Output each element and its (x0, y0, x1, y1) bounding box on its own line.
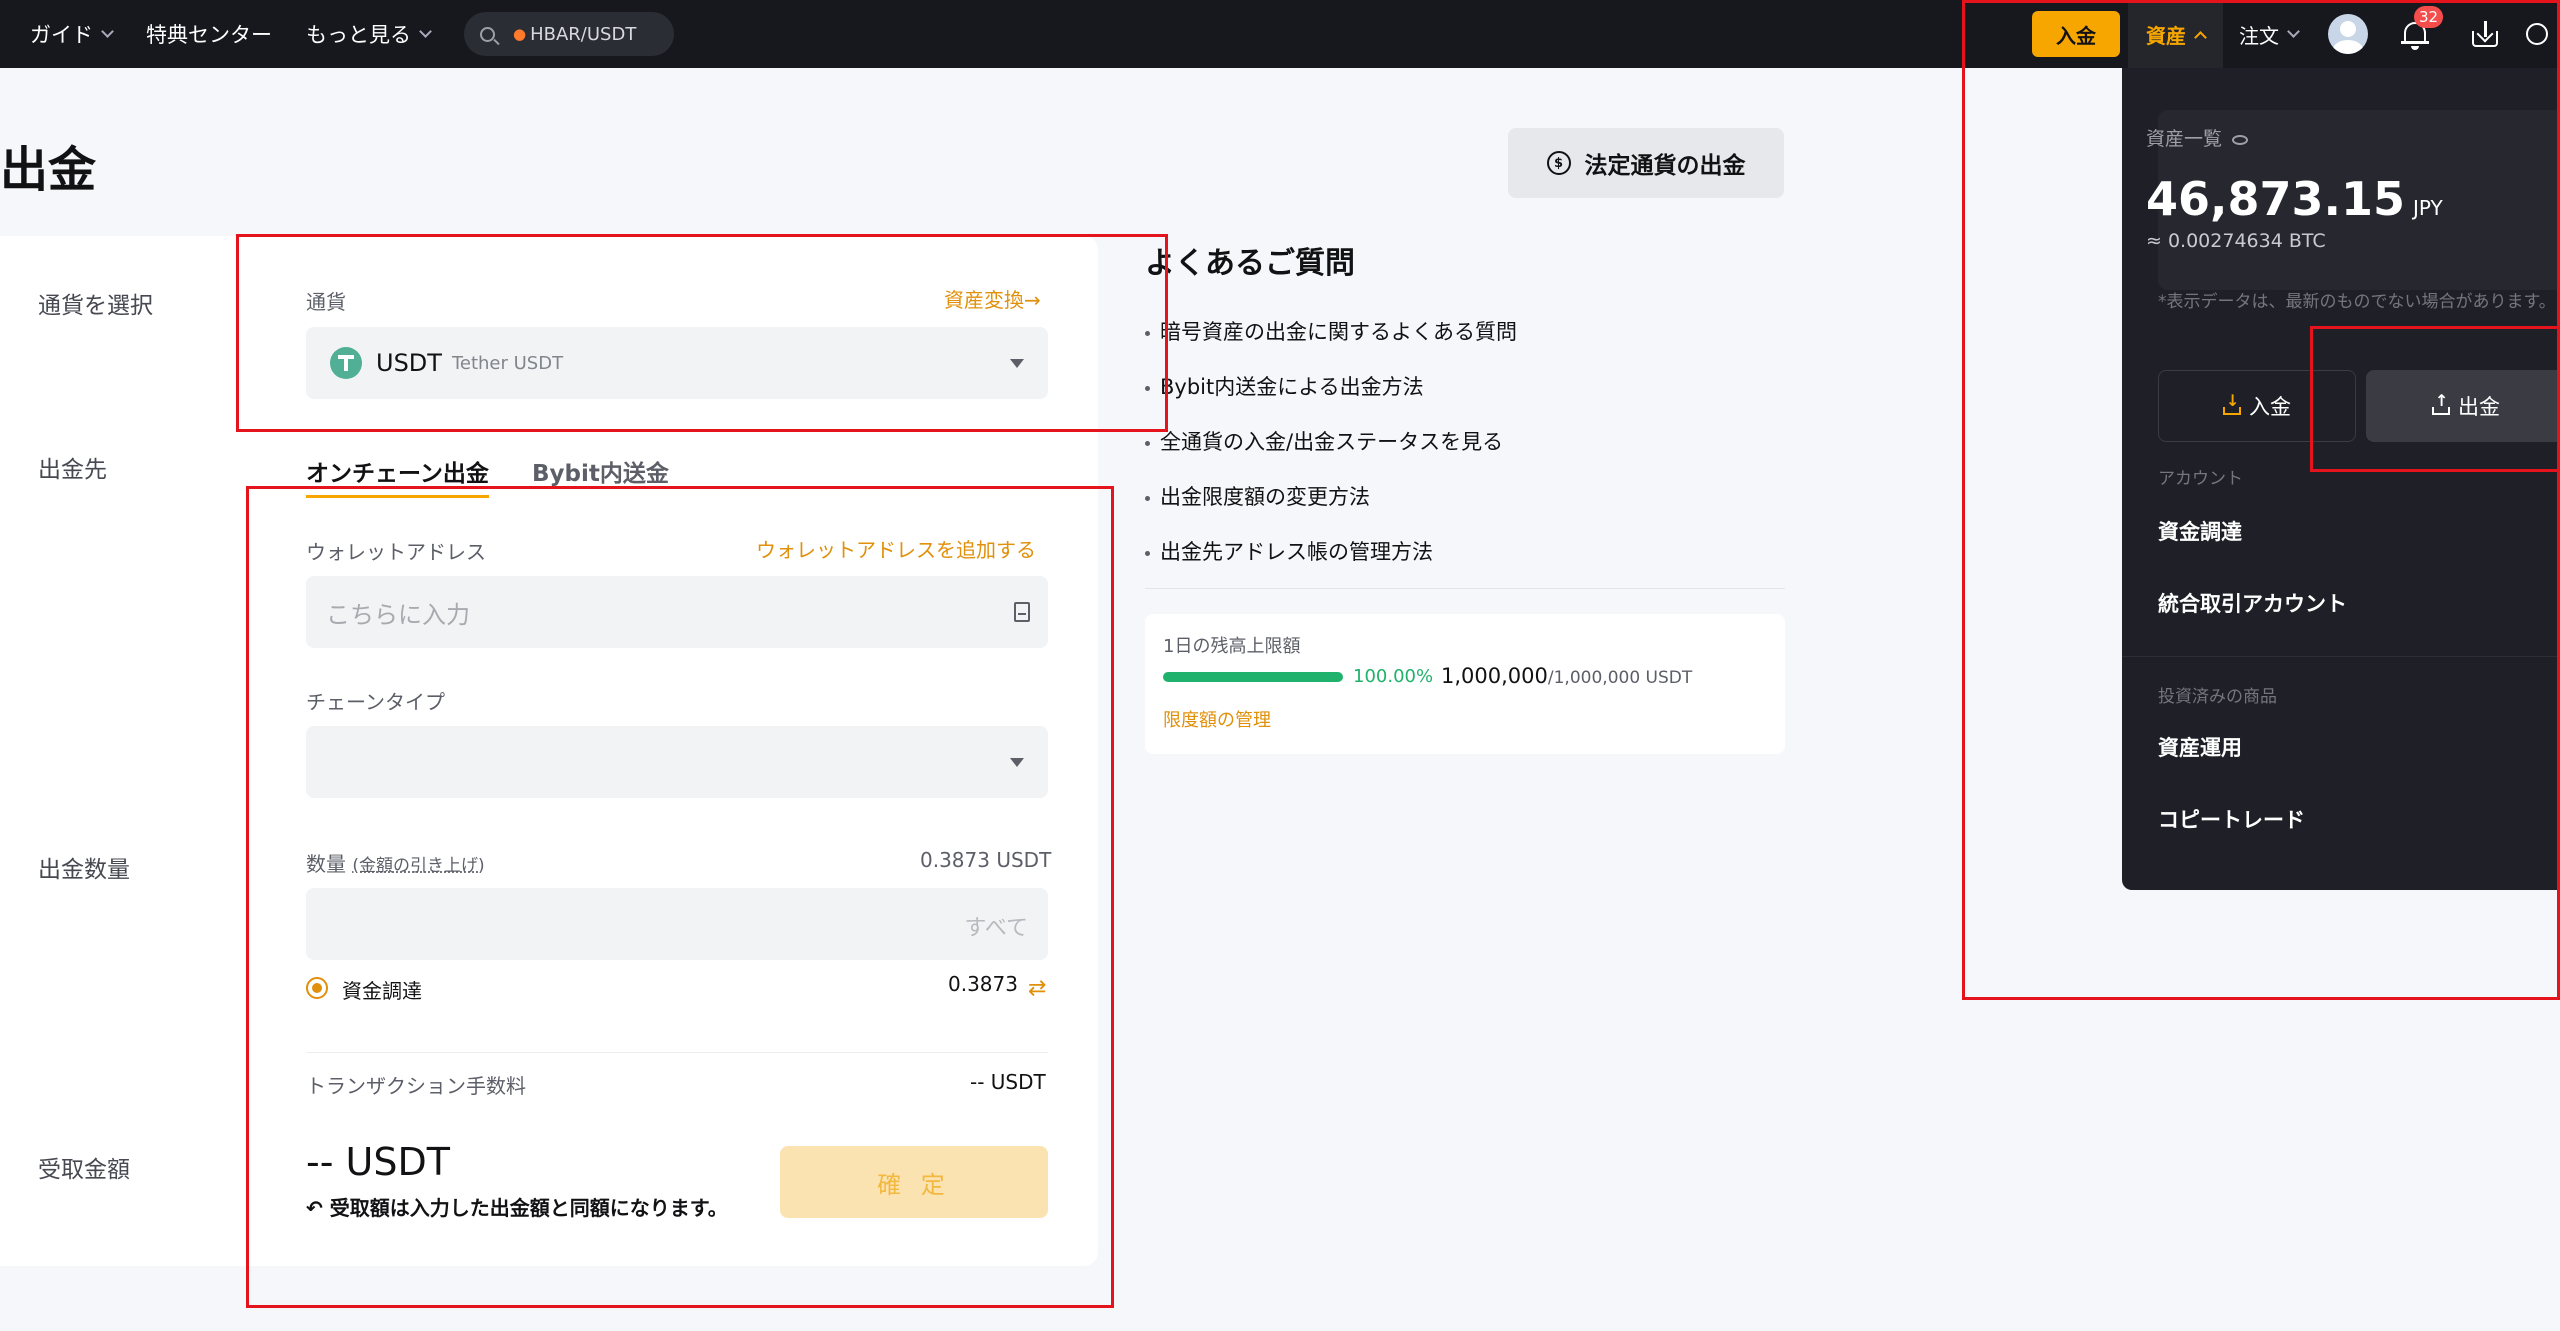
tab-internal[interactable]: Bybit内送金 (532, 454, 669, 488)
nav-rewards[interactable]: 特典センター (146, 19, 272, 49)
page-title: 出金 (0, 142, 97, 198)
faq-item[interactable]: 全通貨の入金/出金ステータスを見る (1145, 426, 1503, 456)
annotation-box-currency (236, 234, 1168, 432)
faq-item[interactable]: 暗号資産の出金に関するよくある質問 (1145, 316, 1517, 346)
limit-remaining: 1,000,000 (1441, 664, 1548, 688)
receive-label: 受取金額 (38, 1157, 130, 1183)
fiat-withdraw-label: 法定通貨の出金 (1584, 153, 1746, 179)
nav-rewards-label: 特典センター (146, 23, 272, 47)
tab-onchain[interactable]: オンチェーン出金 (306, 454, 489, 498)
flame-icon: ● (513, 25, 527, 43)
limit-progress-bar (1163, 672, 1343, 682)
annotation-box-form (246, 486, 1114, 1308)
nav-more[interactable]: もっと見る (306, 19, 432, 49)
search-input[interactable]: ● HBAR/USDT (464, 12, 674, 56)
limit-value: 1,000,000/1,000,000 USDT (1441, 664, 1692, 688)
nav-guide-label: ガイド (30, 23, 93, 47)
amount-label: 出金数量 (38, 857, 130, 883)
limit-total: /1,000,000 USDT (1547, 668, 1693, 688)
faq-item[interactable]: 出金限度額の変更方法 (1145, 481, 1370, 511)
daily-limit-card: 1日の残高上限額 100.00% 1,000,000/1,000,000 USD… (1145, 614, 1785, 754)
currency-icon: $ (1546, 151, 1571, 175)
faq-item[interactable]: 出金先アドレス帳の管理方法 (1145, 536, 1433, 566)
nav-left: ガイド 特典センター もっと見る ● HBAR/USDT (0, 0, 674, 68)
limit-manage-link[interactable]: 限度額の管理 (1163, 706, 1271, 732)
annotation-box-withdraw (2310, 326, 2560, 472)
limit-progress-fill (1163, 672, 1343, 682)
search-icon (480, 26, 495, 42)
nav-more-label: もっと見る (306, 23, 411, 47)
chevron-down-icon (419, 24, 432, 38)
nav-guide[interactable]: ガイド (30, 19, 114, 49)
limit-label: 1日の残高上限額 (1163, 636, 1301, 657)
annotation-box-dropdown (1962, 0, 2560, 1000)
faq-divider (1145, 588, 1785, 589)
destination-label: 出金先 (38, 457, 107, 483)
search-value: HBAR/USDT (530, 23, 637, 45)
fiat-withdraw-button[interactable]: $ 法定通貨の出金 (1508, 128, 1784, 198)
limit-percent: 100.00% (1353, 666, 1434, 687)
faq-title: よくあるご質問 (1145, 246, 1355, 281)
chevron-down-icon (101, 24, 114, 38)
select-coin-label: 通貨を選択 (38, 293, 153, 319)
faq-item[interactable]: Bybit内送金による出金方法 (1145, 371, 1424, 401)
